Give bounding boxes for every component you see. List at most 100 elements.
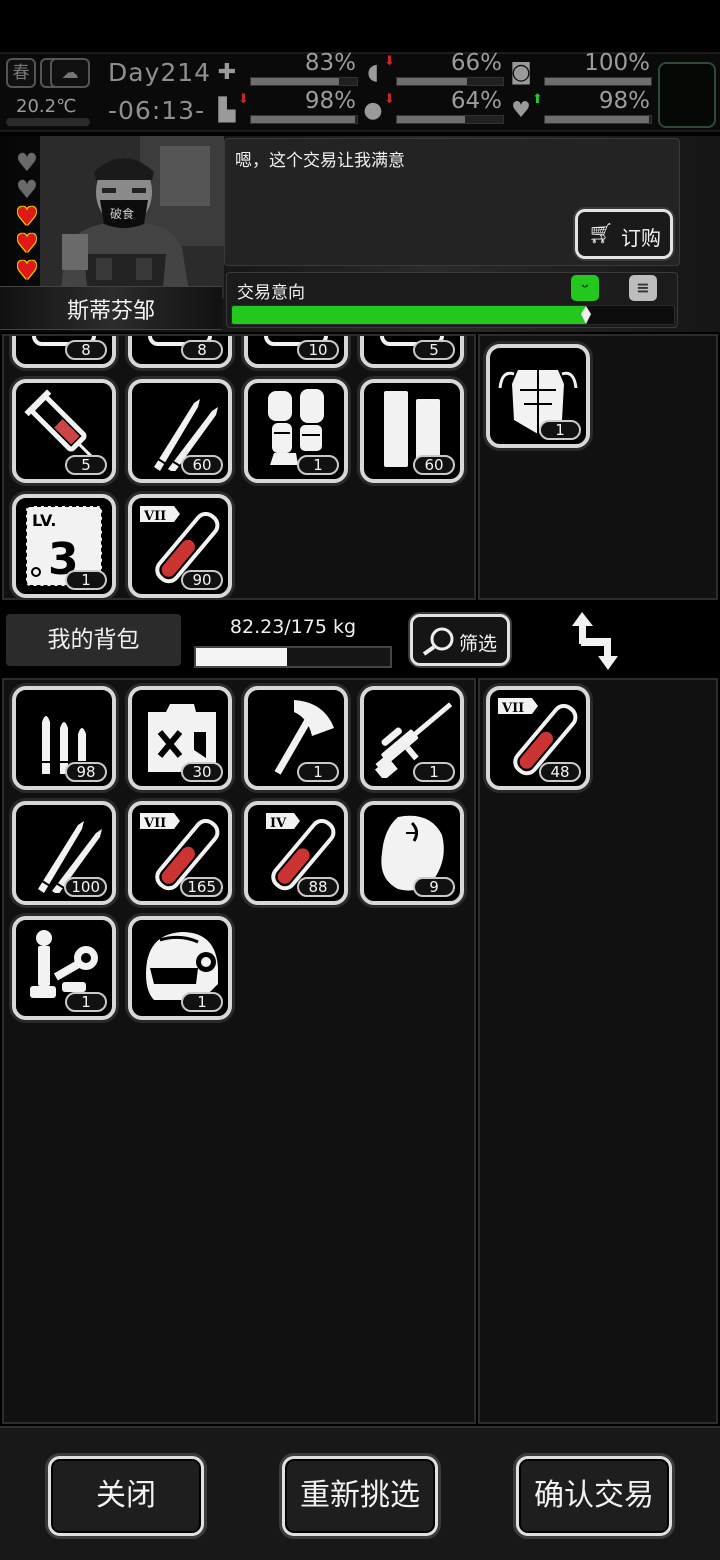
backpack-weight: 82.23/175 kg <box>229 616 357 638</box>
trader-dialog-text: 嗯，这个交易让我满意 <box>235 151 405 171</box>
item-count-badge: 5 <box>413 340 455 360</box>
item-count-badge: 5 <box>65 455 107 475</box>
stat-value: 83% <box>304 50 356 76</box>
inventory-slot[interactable]: 98 <box>12 686 116 790</box>
item-count-badge: 48 <box>539 762 581 782</box>
trader-inventory-grid[interactable]: 8 8 10 5 5 60 1 60 LV. 3 1 VII 90 <box>2 334 476 600</box>
stat-bar <box>396 115 504 124</box>
close-button[interactable]: 关闭 <box>48 1456 204 1536</box>
inventory-slot[interactable]: 1 <box>128 916 232 1020</box>
inventory-slot[interactable]: 5 <box>360 336 464 368</box>
inventory-slot[interactable]: 60 <box>360 379 464 483</box>
inventory-slot[interactable]: 8 <box>12 336 116 368</box>
inventory-slot[interactable]: 100 <box>12 801 116 905</box>
clock-time: -06:13- <box>108 96 206 125</box>
backpack-inventory-grid[interactable]: 98 30 1 1 100 VII 165 IV 88 9 1 1 <box>2 678 476 1424</box>
grin-face-icon: ≡ <box>629 275 657 301</box>
item-count-badge: 1 <box>413 762 455 782</box>
item-count-badge: 1 <box>297 455 339 475</box>
trade-intent-fill <box>232 306 586 324</box>
inventory-slot[interactable]: 9 <box>360 801 464 905</box>
trend-arrow-icon: ⬇ <box>384 54 395 69</box>
temperature-value: 20.2℃ <box>16 96 77 117</box>
backpack-bar: 我的背包 82.23/175 kg 筛选 <box>0 604 720 678</box>
stat-bar <box>396 77 504 86</box>
item-count-badge: 1 <box>297 762 339 782</box>
stat-bar <box>250 115 358 124</box>
inventory-slot[interactable]: VII 90 <box>128 494 232 598</box>
filter-button-label: 筛选 <box>459 633 498 655</box>
inventory-slot[interactable]: 1 <box>360 686 464 790</box>
item-count-badge: 90 <box>181 570 223 590</box>
inventory-slot[interactable]: 1 <box>12 916 116 1020</box>
trader-name-bar: 斯蒂芬邹 <box>0 286 222 330</box>
magnifier-icon <box>422 627 454 656</box>
svg-text:破食: 破食 <box>110 206 134 221</box>
weight-bar <box>194 646 392 668</box>
trader-portrait: 破食 <box>40 136 224 298</box>
stat-bar <box>544 115 652 124</box>
trader-offer-grid[interactable]: 1 <box>478 334 718 600</box>
svg-text:VII: VII <box>501 701 524 716</box>
confirm-trade-button[interactable]: 确认交易 <box>516 1456 672 1536</box>
item-count-badge: 60 <box>413 455 455 475</box>
trend-arrow-icon: ⬆ <box>532 92 543 107</box>
item-count-badge: 1 <box>65 570 107 590</box>
svg-text:VII: VII <box>143 816 166 831</box>
stat-value: 98% <box>598 88 650 114</box>
inventory-slot[interactable]: VII 48 <box>486 686 590 790</box>
stat-value: 64% <box>450 88 502 114</box>
inventory-slot[interactable]: 10 <box>244 336 348 368</box>
stat-value: 98% <box>304 88 356 114</box>
stat-bar <box>250 77 358 86</box>
filter-button[interactable]: 筛选 <box>410 614 510 666</box>
minimap-panel[interactable] <box>658 62 716 128</box>
heart-full-icon: ♥ <box>15 229 39 258</box>
season-indicator: 春 <box>6 58 36 88</box>
stat-stamina: ▙ ⬇ 98% <box>212 88 362 130</box>
trend-arrow-icon: ⬇ <box>238 92 249 107</box>
item-count-badge: 1 <box>539 420 581 440</box>
footer-bar: 关闭 重新挑选 确认交易 <box>0 1426 720 1560</box>
trader-header: 破食 ♥ ♥ ♥ ♥ ♥ 斯蒂芬邹 嗯，这个交易让我满意 🛒︎ 订购 交易意向 ᵕ ≡ <box>0 136 720 332</box>
trade-intent-panel: 交易意向 ᵕ ≡ <box>226 272 678 328</box>
inventory-slot[interactable]: LV. 3 1 <box>12 494 116 598</box>
inventory-slot[interactable]: 1 <box>244 379 348 483</box>
heart-full-icon: ♥ <box>15 256 39 285</box>
swap-arrows-icon[interactable] <box>568 610 630 672</box>
inventory-slot[interactable]: 1 <box>244 686 348 790</box>
item-count-badge: 1 <box>65 992 107 1012</box>
inventory-slot[interactable]: 8 <box>128 336 232 368</box>
svg-text:LV.: LV. <box>32 511 56 530</box>
player-offer-grid[interactable]: VII 48 <box>478 678 718 1424</box>
stat-sleep: ◙ 100% <box>506 50 656 92</box>
inventory-slot[interactable]: 30 <box>128 686 232 790</box>
item-count-badge: 60 <box>181 455 223 475</box>
medkit-icon: ✚ <box>217 60 237 85</box>
item-count-badge: 98 <box>65 762 107 782</box>
trend-arrow-icon: ⬇ <box>384 92 395 107</box>
item-count-badge: 88 <box>297 877 339 897</box>
order-button[interactable]: 🛒︎ 订购 <box>575 209 673 259</box>
heart-empty-icon: ♥ <box>15 175 39 204</box>
item-count-badge: 30 <box>181 762 223 782</box>
item-count-badge: 165 <box>180 877 223 897</box>
item-count-badge: 10 <box>297 340 339 360</box>
day-counter: Day214 <box>108 58 212 87</box>
inventory-slot[interactable]: 60 <box>128 379 232 483</box>
happy-face-icon: ᵕ <box>571 275 599 301</box>
inventory-slot[interactable]: 5 <box>12 379 116 483</box>
stat-value: 66% <box>450 50 502 76</box>
inventory-slot[interactable]: VII 165 <box>128 801 232 905</box>
item-count-badge: 1 <box>181 992 223 1012</box>
svg-text:IV: IV <box>270 816 287 831</box>
trade-intent-bar <box>231 305 675 325</box>
backpack-title[interactable]: 我的背包 <box>6 614 181 666</box>
inventory-slot[interactable]: 1 <box>486 344 590 448</box>
heart-empty-icon: ♥ <box>15 148 39 177</box>
inventory-slot[interactable]: IV 88 <box>244 801 348 905</box>
item-count-badge: 100 <box>64 877 107 897</box>
trader-name: 斯蒂芬邹 <box>66 299 155 324</box>
reselect-button[interactable]: 重新挑选 <box>282 1456 438 1536</box>
trade-intent-label: 交易意向 <box>237 283 305 303</box>
